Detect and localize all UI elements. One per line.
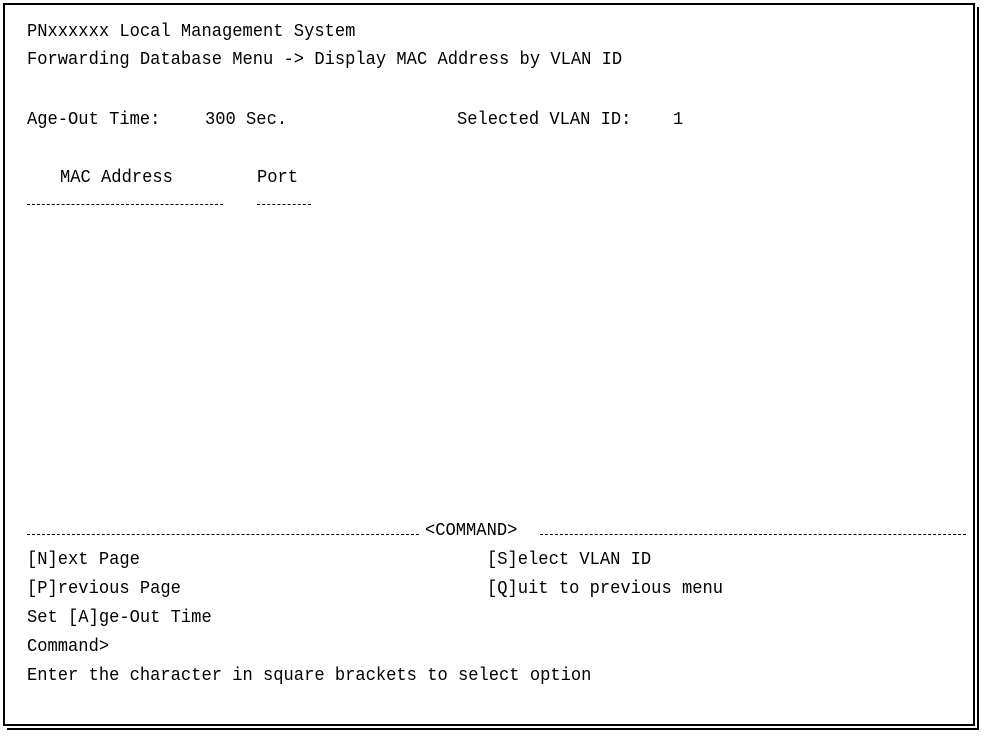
- vlan-id-label: Selected VLAN ID:: [457, 110, 632, 130]
- age-out-value: 300 Sec.: [205, 110, 288, 130]
- command-divider-right: [540, 534, 966, 535]
- column-underline-mac-address: [27, 204, 223, 205]
- column-header-port: Port: [257, 168, 299, 188]
- column-header-mac-address: MAC Address: [60, 168, 173, 188]
- mac-table-body: [27, 215, 957, 515]
- help-text: Enter the character in square brackets t…: [27, 666, 592, 686]
- system-title: PNxxxxxx Local Management System: [27, 22, 356, 42]
- command-option-select-vlan-id[interactable]: [S]elect VLAN ID: [487, 549, 651, 571]
- vlan-id-value: 1: [673, 110, 684, 130]
- command-section-title: <COMMAND>: [425, 521, 518, 541]
- command-option-set-age-out-time[interactable]: Set [A]ge-Out Time: [27, 607, 212, 629]
- command-option-previous-page[interactable]: [P]revious Page: [27, 578, 181, 600]
- command-divider-left: [27, 534, 419, 535]
- column-underline-port: [257, 204, 311, 205]
- command-prompt[interactable]: Command>: [27, 636, 109, 658]
- age-out-label: Age-Out Time:: [27, 110, 161, 130]
- breadcrumb: Forwarding Database Menu -> Display MAC …: [27, 50, 623, 70]
- terminal-window: PNxxxxxx Local Management System Forward…: [3, 3, 979, 730]
- command-option-quit[interactable]: [Q]uit to previous menu: [487, 578, 723, 600]
- command-option-next-page[interactable]: [N]ext Page: [27, 549, 140, 571]
